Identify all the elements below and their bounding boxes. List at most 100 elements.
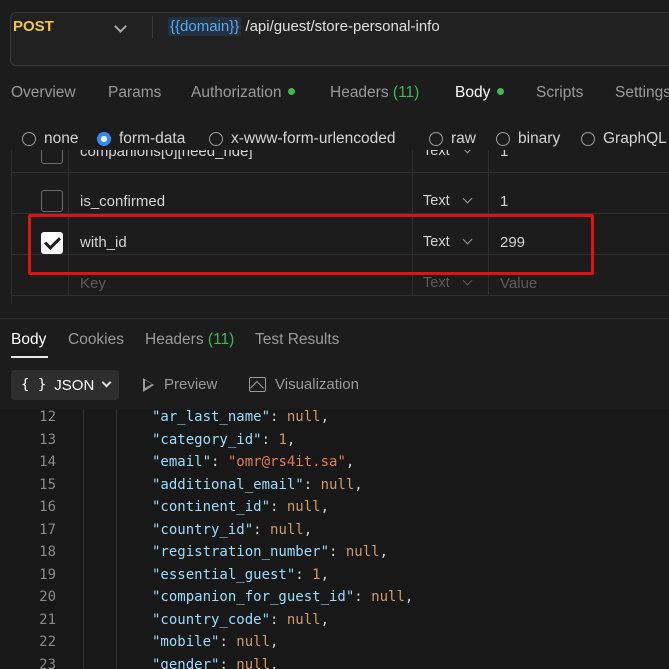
json-key: "email" (152, 454, 212, 470)
row-key[interactable]: companions[0][need_ride] (80, 150, 253, 160)
tab-test-results[interactable]: Test Results (255, 331, 339, 349)
image-icon (249, 377, 266, 392)
radio-none[interactable]: none (22, 130, 78, 148)
request-tabs: Overview Params Authorization Headers (1… (0, 84, 669, 108)
json-value: null (286, 499, 321, 515)
radio-x-www-form-urlencoded[interactable]: x-www-form-urlencoded (209, 130, 396, 148)
json-value: null (286, 611, 321, 628)
tab-response-body[interactable]: Body (11, 331, 46, 349)
indent-guide (116, 499, 117, 522)
url-path: /api/guest/store-personal-info (241, 18, 440, 35)
radio-label: raw (451, 130, 476, 147)
tab-overview[interactable]: Overview (11, 84, 76, 102)
radio-circle-icon (496, 132, 510, 146)
code-text: "email": "omr@rs4it.sa", (152, 454, 355, 470)
radio-form-data[interactable]: form-data (97, 130, 185, 148)
json-key: "country_code" (152, 611, 271, 628)
code-text: "country_id": null, (152, 521, 313, 538)
value-placeholder[interactable]: Value (500, 275, 537, 292)
indent-guide (83, 521, 84, 544)
json-key: "registration_number" (152, 544, 330, 560)
line-number: 19 (39, 566, 56, 583)
indent-guide (116, 431, 117, 454)
method-select[interactable]: POST (13, 18, 54, 35)
row-type-select[interactable]: Text (423, 150, 473, 159)
line-number: 20 (39, 589, 56, 605)
radio-raw[interactable]: raw (429, 130, 476, 148)
code-line: 18 "registration_number": null, (0, 544, 669, 567)
code-text: "gender": null, (152, 657, 278, 669)
indent-guide (83, 589, 84, 612)
json-value: null (345, 544, 380, 560)
format-select[interactable]: { } JSON (11, 370, 119, 400)
row-key[interactable]: is_confirmed (80, 193, 165, 210)
tab-params[interactable]: Params (108, 84, 161, 102)
key-placeholder[interactable]: Key (80, 275, 106, 292)
row-type-select[interactable]: Text (423, 275, 473, 291)
line-number: 23 (39, 656, 56, 669)
visualization-label: Visualization (275, 376, 359, 393)
indent-guide (116, 566, 117, 589)
url-input[interactable]: {{domain}} /api/guest/store-personal-inf… (168, 17, 440, 36)
tab-response-headers[interactable]: Headers (11) (145, 331, 234, 349)
row-type-label: Text (423, 193, 450, 209)
code-line: 22 "mobile": null, (0, 634, 669, 657)
tab-authorization-label: Authorization (191, 84, 282, 101)
code-line: 12 "ar_last_name": null, (0, 409, 669, 432)
indent-guide (83, 454, 84, 477)
play-icon (143, 377, 154, 392)
code-line: 14 "email": "omr@rs4it.sa", (0, 454, 669, 477)
url-divider (152, 16, 153, 38)
tab-headers[interactable]: Headers (11) (330, 84, 419, 102)
indent-guide (116, 611, 117, 634)
indent-guide (83, 431, 84, 454)
row-checkbox[interactable] (41, 150, 63, 164)
table-row: is_confirmed Text 1 (12, 173, 669, 214)
code-line: 21 "country_code": null, (0, 611, 669, 634)
response-toolbar: { } JSON Preview Visualization (0, 370, 669, 400)
json-value: null (270, 521, 304, 538)
code-line: 13 "category_id": 1, (0, 431, 669, 454)
indent-guide (116, 656, 117, 669)
row-type-label: Text (423, 275, 450, 291)
code-line: 23 "gender": null, (0, 656, 669, 669)
visualization-button[interactable]: Visualization (249, 376, 359, 393)
line-number: 18 (39, 544, 56, 560)
radio-label: binary (518, 130, 561, 147)
row-value[interactable]: 1 (500, 150, 508, 160)
json-value: 1 (312, 566, 321, 583)
row-type-select[interactable]: Text (423, 193, 473, 209)
json-key: "additional_email" (152, 476, 304, 493)
row-checkbox[interactable] (41, 190, 63, 212)
tab-body[interactable]: Body (455, 84, 505, 102)
radio-circle-icon (581, 132, 595, 146)
headers-count: (11) (392, 84, 420, 101)
radio-label: none (44, 130, 79, 147)
url-variable[interactable]: {{domain}} (168, 17, 242, 36)
headers-count: (11) (207, 331, 235, 348)
json-value: null (286, 409, 321, 425)
code-line: 20 "companion_for_guest_id": null, (0, 589, 669, 612)
tab-settings[interactable]: Settings (615, 84, 669, 102)
preview-button[interactable]: Preview (143, 376, 217, 393)
code-line: 19 "essential_guest": 1, (0, 566, 669, 589)
radio-binary[interactable]: binary (496, 130, 560, 148)
json-key: "continent_id" (152, 499, 271, 515)
line-number: 12 (39, 409, 56, 425)
chevron-down-icon (101, 377, 112, 387)
line-number: 17 (39, 521, 56, 538)
radio-circle-icon (97, 132, 111, 146)
status-dot (497, 88, 505, 96)
json-key: "mobile" (152, 634, 220, 650)
radio-graphql[interactable]: GraphQL (581, 130, 667, 148)
tab-scripts[interactable]: Scripts (536, 84, 583, 102)
line-number: 13 (39, 431, 56, 448)
line-number: 21 (39, 611, 56, 628)
tab-cookies[interactable]: Cookies (68, 331, 124, 349)
row-value[interactable]: 1 (500, 193, 508, 210)
indent-guide (83, 409, 84, 432)
code-text: "category_id": 1, (152, 431, 296, 448)
radio-label: GraphQL (603, 130, 667, 147)
response-body-code[interactable]: 12 "ar_last_name": null, 13 "category_id": … (0, 409, 669, 669)
tab-authorization[interactable]: Authorization (191, 84, 296, 102)
